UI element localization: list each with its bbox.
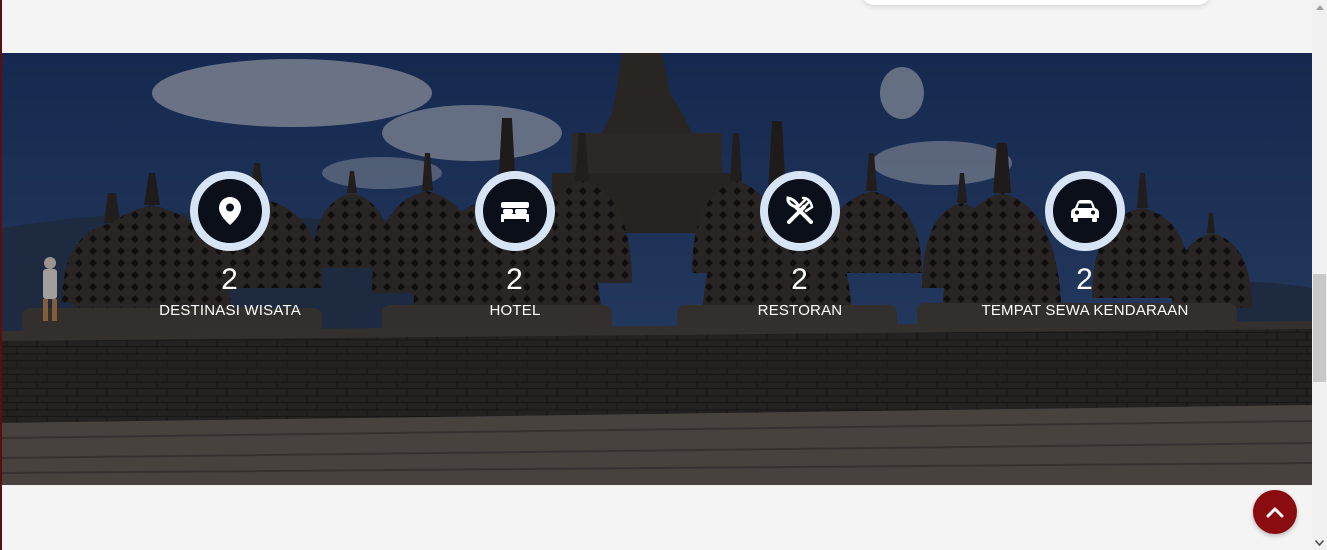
- stat-count: 2: [1076, 263, 1094, 296]
- stat-label: HOTEL: [489, 302, 541, 319]
- stat-hotel: 2 HOTEL: [385, 171, 645, 320]
- car-icon: [1045, 171, 1125, 251]
- stat-restoran: 2 RESTORAN: [670, 171, 930, 320]
- stat-label: TEMPAT SEWA KENDARAAN: [981, 302, 1189, 319]
- chevron-up-icon: [1266, 507, 1284, 518]
- stat-tempat-sewa-kendaraan: 2 TEMPAT SEWA KENDARAAN: [955, 171, 1215, 320]
- map-pin-icon: [190, 171, 270, 251]
- bed-icon: [475, 171, 555, 251]
- back-to-top-button[interactable]: [1253, 490, 1297, 534]
- scroll-down-arrow-icon[interactable]: [1312, 536, 1327, 550]
- stat-count: 2: [221, 263, 239, 296]
- vertical-scrollbar[interactable]: [1312, 0, 1327, 550]
- stat-label: DESTINASI WISATA: [159, 302, 301, 319]
- scrollbar-thumb[interactable]: [1313, 274, 1326, 382]
- fork-knife-icon: [760, 171, 840, 251]
- stat-destinasi-wisata: 2 DESTINASI WISATA: [100, 171, 360, 320]
- content-card-bottom: [862, 0, 1210, 5]
- stat-count: 2: [791, 263, 809, 296]
- scroll-up-arrow-icon[interactable]: [1312, 0, 1327, 14]
- stat-label: RESTORAN: [757, 302, 843, 319]
- stat-count: 2: [506, 263, 524, 296]
- stats-hero-section: 2 DESTINASI WISATA 2 HOTEL 2 RESTORAN 2 …: [2, 53, 1312, 485]
